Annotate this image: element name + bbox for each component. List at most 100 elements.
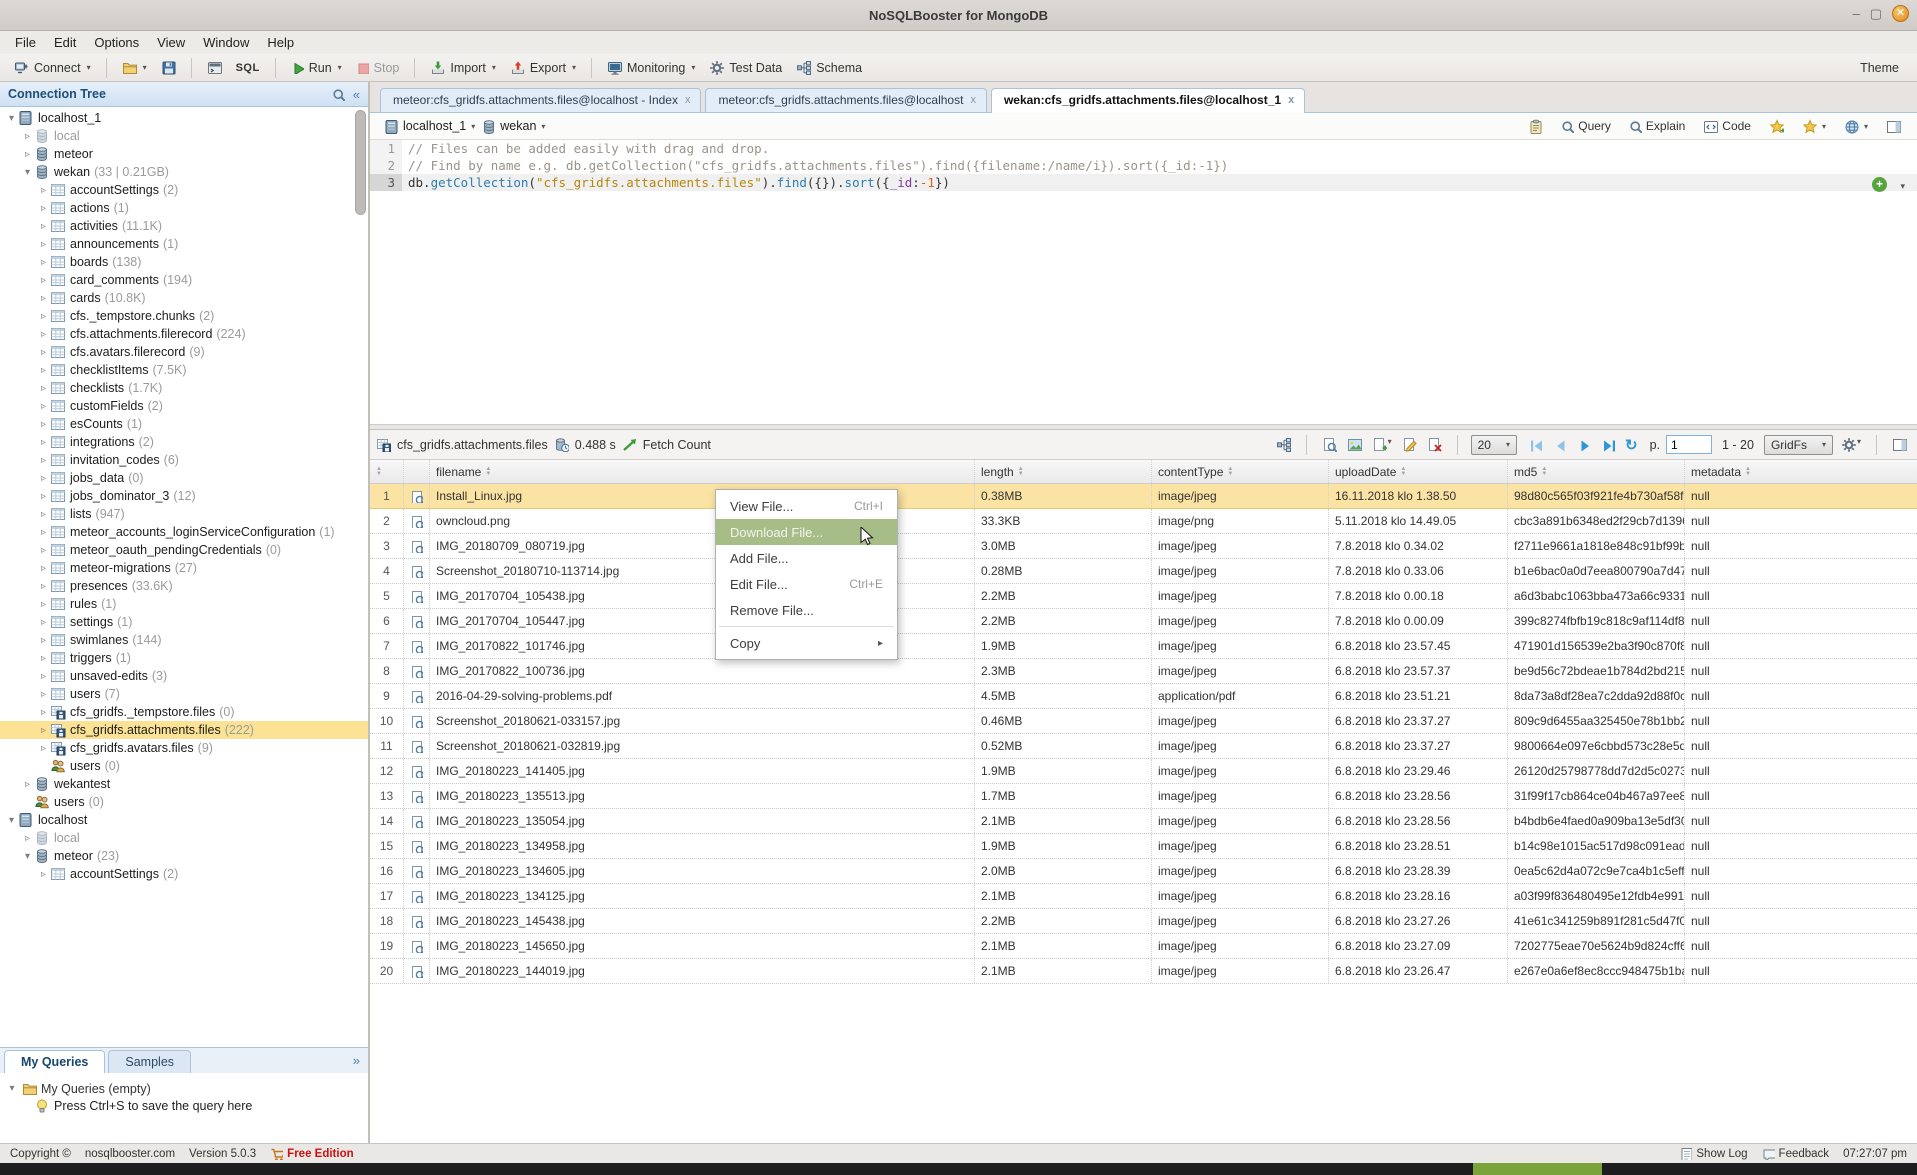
- tree-item[interactable]: ▹ integrations (2): [0, 433, 368, 451]
- tree-item[interactable]: ▹ settings (1): [0, 613, 368, 631]
- tree-item[interactable]: ▹ meteor-migrations (27): [0, 559, 368, 577]
- query-editor[interactable]: 1 // Files can be added easily with drag…: [370, 140, 1917, 425]
- tree-item[interactable]: ▹ rules (1): [0, 595, 368, 613]
- result-schema-button[interactable]: [1274, 435, 1293, 454]
- context-menu-item[interactable]: Add File...: [716, 545, 897, 571]
- table-row[interactable]: 3 IMG_20180709_080719.jpg 3.0MB image/jp…: [370, 534, 1917, 559]
- database-selector[interactable]: wekan ▾: [481, 119, 545, 134]
- tree-item[interactable]: ▹ swimlanes (144): [0, 631, 368, 649]
- tree-item[interactable]: ▾ localhost_1: [0, 109, 368, 127]
- preview-doc-icon[interactable]: [404, 809, 430, 833]
- expander-icon[interactable]: ▹: [37, 311, 50, 322]
- site-link[interactable]: nosqlbooster.com: [85, 1148, 175, 1160]
- tree-item[interactable]: ▾ wekan (33 | 0.21GB): [0, 163, 368, 181]
- preview-doc-icon[interactable]: [404, 609, 430, 633]
- table-row[interactable]: 13 IMG_20180223_135513.jpg 1.7MB image/j…: [370, 784, 1917, 809]
- menu-item[interactable]: Help: [258, 32, 303, 53]
- table-row[interactable]: 2 owncloud.png 33.3KB image/png 5.11.201…: [370, 509, 1917, 534]
- new-tab-button[interactable]: +: [1872, 177, 1887, 192]
- refresh-icon[interactable]: ↻: [1625, 436, 1638, 454]
- preview-doc-icon[interactable]: [404, 834, 430, 858]
- tree-item[interactable]: ▹ invitation_codes (6): [0, 451, 368, 469]
- expander-icon[interactable]: ▾: [21, 851, 34, 862]
- run-button[interactable]: Run ▾: [285, 58, 348, 78]
- expander-icon[interactable]: ▹: [21, 149, 34, 160]
- context-menu-item[interactable]: View File... Ctrl+I: [716, 493, 897, 519]
- expander-icon[interactable]: ▹: [37, 293, 50, 304]
- expander-icon[interactable]: ▾: [6, 1083, 18, 1094]
- connect-button[interactable]: Connect ▾: [8, 57, 97, 78]
- context-menu-item[interactable]: [719, 626, 894, 627]
- column-header-length[interactable]: length▲▼: [975, 460, 1152, 483]
- my-queries-root[interactable]: ▾ My Queries (empty): [6, 1079, 362, 1098]
- open-file-button[interactable]: ▾: [116, 57, 153, 78]
- tree-item[interactable]: ▹ activities (11.1K): [0, 217, 368, 235]
- theme-button[interactable]: Theme: [1860, 61, 1909, 75]
- favorites-button[interactable]: ▾: [1796, 117, 1832, 136]
- table-row[interactable]: 15 IMG_20180223_134958.jpg 1.9MB image/j…: [370, 834, 1917, 859]
- tab-samples[interactable]: Samples: [108, 1050, 191, 1073]
- expander-icon[interactable]: ▹: [37, 563, 50, 574]
- preview-doc-icon[interactable]: [404, 509, 430, 533]
- expander-icon[interactable]: ▹: [21, 131, 34, 142]
- table-row[interactable]: 7 IMG_20170822_101746.jpg 1.9MB image/jp…: [370, 634, 1917, 659]
- last-page-button[interactable]: [1601, 438, 1615, 452]
- page-number-input[interactable]: [1666, 435, 1712, 454]
- tree-item[interactable]: ▹ jobs_dominator_3 (12): [0, 487, 368, 505]
- close-tab-icon[interactable]: x: [970, 94, 976, 106]
- table-row[interactable]: 4 Screenshot_20180710-113714.jpg 0.28MB …: [370, 559, 1917, 584]
- menu-item[interactable]: Window: [194, 32, 258, 53]
- context-menu-item[interactable]: Edit File... Ctrl+E: [716, 571, 897, 597]
- column-header-filename[interactable]: filename▲▼: [430, 460, 975, 483]
- tree-item[interactable]: ▹ presences (33.6K): [0, 577, 368, 595]
- tree-item[interactable]: ▹ esCounts (1): [0, 415, 368, 433]
- expander-icon[interactable]: ▹: [37, 185, 50, 196]
- explain-button[interactable]: Explain: [1623, 117, 1691, 135]
- show-log-button[interactable]: Show Log: [1679, 1147, 1747, 1160]
- preview-doc-icon[interactable]: [404, 659, 430, 683]
- expander-icon[interactable]: ▹: [37, 545, 50, 556]
- expand-more-icon[interactable]: »: [353, 1053, 360, 1068]
- tree-item[interactable]: users (0): [0, 757, 368, 775]
- column-header-md5[interactable]: md5▲▼: [1508, 460, 1685, 483]
- expander-icon[interactable]: ▹: [37, 581, 50, 592]
- document-tab[interactable]: meteor:cfs_gridfs.attachments.files@loca…: [380, 88, 701, 112]
- result-settings-button[interactable]: ▾: [1839, 435, 1863, 454]
- context-menu-item[interactable]: Copy ▸: [716, 630, 897, 656]
- edit-document-button[interactable]: [1400, 435, 1419, 454]
- tree-item[interactable]: ▹ accountSettings (2): [0, 865, 368, 883]
- row-number-header[interactable]: ▲▼: [370, 460, 404, 483]
- preview-doc-icon[interactable]: [404, 859, 430, 883]
- expander-icon[interactable]: ▹: [37, 473, 50, 484]
- expander-icon[interactable]: ▹: [37, 671, 50, 682]
- table-row[interactable]: 19 IMG_20180223_145650.jpg 2.1MB image/j…: [370, 934, 1917, 959]
- preview-doc-icon[interactable]: [404, 959, 430, 983]
- expander-icon[interactable]: ▹: [37, 617, 50, 628]
- tree-item[interactable]: ▹ triggers (1): [0, 649, 368, 667]
- preview-doc-icon[interactable]: [404, 884, 430, 908]
- expander-icon[interactable]: ▹: [37, 275, 50, 286]
- tree-item[interactable]: ▹ cfs_gridfs.avatars.files (9): [0, 739, 368, 757]
- minimize-button[interactable]: –: [1852, 7, 1859, 20]
- close-tab-icon[interactable]: x: [685, 94, 691, 106]
- expander-icon[interactable]: ▹: [37, 437, 50, 448]
- first-page-button[interactable]: [1529, 438, 1543, 452]
- shell-button[interactable]: [201, 57, 228, 78]
- monitoring-button[interactable]: Monitoring ▾: [601, 57, 701, 78]
- view-document-button[interactable]: [1320, 435, 1339, 454]
- expander-icon[interactable]: ▹: [37, 527, 50, 538]
- preview-doc-icon[interactable]: [404, 934, 430, 958]
- add-favorite-button[interactable]: [1763, 117, 1790, 136]
- preview-doc-icon[interactable]: [404, 709, 430, 733]
- image-view-button[interactable]: [1345, 435, 1364, 454]
- tree-item[interactable]: ▾ localhost: [0, 811, 368, 829]
- menu-item[interactable]: View: [148, 32, 194, 53]
- edition-badge[interactable]: Free Edition: [270, 1147, 353, 1160]
- tree-item[interactable]: ▹ card_comments (194): [0, 271, 368, 289]
- preview-doc-icon[interactable]: [404, 584, 430, 608]
- preview-doc-icon[interactable]: [404, 784, 430, 808]
- tree-item[interactable]: ▹ wekantest: [0, 775, 368, 793]
- collapse-panel-icon[interactable]: «: [353, 87, 360, 102]
- tree-item[interactable]: ▹ meteor: [0, 145, 368, 163]
- tree-item[interactable]: ▹ users (7): [0, 685, 368, 703]
